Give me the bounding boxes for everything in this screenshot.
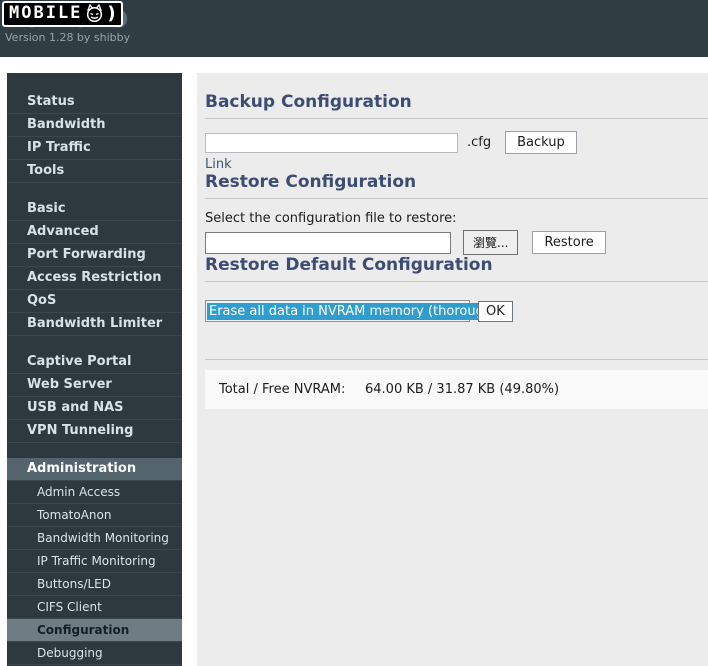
sidebar-item-cifs-client[interactable]: CIFS Client [7, 596, 182, 619]
sidebar-item-advanced[interactable]: Advanced [7, 221, 182, 244]
section-divider [205, 359, 708, 360]
restore-configuration-title: Restore Configuration [205, 172, 417, 192]
mobile01-watermark: MOBILE ) [2, 1, 123, 27]
backup-button[interactable]: Backup [505, 131, 577, 154]
nvram-summary-box: Total / Free NVRAM: 64.00 KB / 31.87 KB … [205, 370, 708, 409]
sidebar-item-bandwidth-monitoring[interactable]: Bandwidth Monitoring [7, 527, 182, 550]
sidebar-item-ip-traffic-monitoring[interactable]: IP Traffic Monitoring [7, 550, 182, 573]
sidebar-group-spacer [7, 336, 182, 351]
sidebar-item-bandwidth-limiter[interactable]: Bandwidth Limiter [7, 313, 182, 336]
erase-mode-select[interactable]: Erase all data in NVRAM memory (thorough… [205, 300, 513, 322]
sidebar-item-buttons-led[interactable]: Buttons/LED [7, 573, 182, 596]
section-divider [205, 118, 708, 119]
devil-icon [85, 4, 104, 23]
restore-button[interactable]: Restore [532, 231, 606, 254]
sidebar-item-web-server[interactable]: Web Server [7, 374, 182, 397]
nvram-label: Total / Free NVRAM: [219, 382, 346, 397]
sidebar-item-admin-access[interactable]: Admin Access [7, 481, 182, 504]
main-content: Backup Configuration .cfg Backup Link Re… [197, 73, 708, 666]
cfg-suffix-label: .cfg [467, 135, 492, 150]
sidebar-item-usb-and-nas[interactable]: USB and NAS [7, 397, 182, 420]
sidebar-group-spacer [7, 443, 182, 458]
sidebar-item-port-forwarding[interactable]: Port Forwarding [7, 244, 182, 267]
sidebar-nav: Status Bandwidth IP Traffic Tools Basic … [7, 73, 182, 666]
section-divider [205, 198, 708, 199]
sidebar-item-configuration[interactable]: Configuration [7, 619, 182, 642]
backup-link[interactable]: Link [205, 157, 232, 172]
sidebar-item-captive-portal[interactable]: Captive Portal [7, 351, 182, 374]
sidebar-item-basic[interactable]: Basic [7, 198, 182, 221]
mobile01-watermark-paren: ) [107, 2, 116, 24]
backup-configuration-title: Backup Configuration [205, 92, 412, 112]
sidebar-group-spacer [7, 183, 182, 198]
nvram-value: 64.00 KB / 31.87 KB (49.80%) [365, 382, 560, 397]
restore-file-label: Select the configuration file to restore… [205, 211, 457, 226]
sidebar-item-debugging[interactable]: Debugging [7, 642, 182, 665]
firmware-version: Version 1.28 by shibby [5, 31, 131, 44]
restore-default-row: Erase all data in NVRAM memory (thorough… [205, 300, 708, 322]
browse-button[interactable]: 瀏覽... [463, 230, 519, 255]
restore-row: 瀏覽... Restore [205, 230, 708, 255]
backup-row: .cfg Backup [205, 131, 708, 154]
backup-filename-input[interactable] [205, 132, 458, 153]
sidebar-item-access-restriction[interactable]: Access Restriction [7, 267, 182, 290]
sidebar-item-vpn-tunneling[interactable]: VPN Tunneling [7, 420, 182, 443]
mobile01-watermark-text: MOBILE [9, 3, 83, 23]
section-divider [205, 281, 708, 282]
restore-default-configuration-title: Restore Default Configuration [205, 255, 493, 275]
sidebar-item-status[interactable]: Status [7, 91, 182, 114]
sidebar-item-qos[interactable]: QoS [7, 290, 182, 313]
sidebar-item-administration[interactable]: Administration [7, 458, 182, 481]
sidebar-item-ip-traffic[interactable]: IP Traffic [7, 137, 182, 160]
ok-button[interactable]: OK [478, 300, 513, 322]
restore-file-input[interactable] [205, 231, 451, 254]
sidebar-item-tools[interactable]: Tools [7, 160, 182, 183]
erase-mode-selected-option: Erase all data in NVRAM memory (thorough… [207, 302, 500, 320]
sidebar-item-tomatoanon[interactable]: TomatoAnon [7, 504, 182, 527]
sidebar-item-bandwidth[interactable]: Bandwidth [7, 114, 182, 137]
header-bar: Tomato MOBILE ) Version 1.28 by shibby [0, 0, 708, 57]
